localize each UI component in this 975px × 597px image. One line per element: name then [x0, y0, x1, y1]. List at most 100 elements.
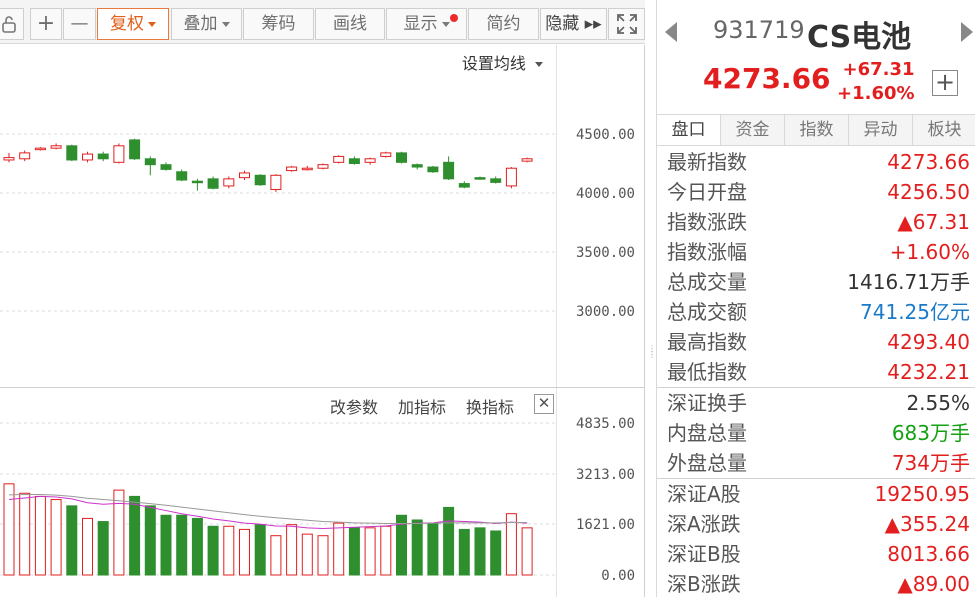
quote-row: 总成交额 741.25亿元 [657, 297, 975, 327]
tab-funds[interactable]: 资金 [720, 115, 784, 145]
price-change: +67.31 [842, 59, 915, 80]
candle-body [97, 153, 109, 160]
volume-bar [443, 506, 455, 576]
candle-body [254, 174, 266, 186]
volume-bar [176, 514, 188, 576]
volume-bar [223, 525, 235, 576]
volume-bar [254, 524, 266, 576]
resize-handle[interactable]: ⋮ ⋮ [648, 345, 656, 359]
candle-body [160, 164, 172, 170]
tab-sector[interactable]: 板块 [912, 115, 975, 145]
index-name: CS电池 [807, 20, 912, 55]
volume-bar [207, 525, 219, 576]
candle-body [113, 145, 125, 163]
quote-value: 19250.95 [874, 482, 970, 506]
candle-body [364, 158, 376, 163]
fuquan-label: 复权 [110, 14, 144, 34]
quote-panel: 931719 CS电池 4273.66 +67.31 +1.60% + 盘口 资… [656, 0, 975, 597]
kline-chart: 4500.00 4000.00 3500.00 3000.00 4835.00 3213.… [0, 127, 635, 584]
fuquan-dropdown[interactable]: 复权 [97, 8, 169, 40]
quote-value: 683万手 [891, 421, 970, 445]
candle-body [505, 167, 517, 187]
quote-label: 深证换手 [667, 391, 747, 415]
volume-bar [239, 528, 250, 576]
kline-chart-pane[interactable]: 4500.00 4000.00 3500.00 3000.00 4835.00 3213.… [0, 45, 645, 597]
quote-value: 734万手 [891, 451, 970, 475]
close-indicator-button[interactable]: ✕ [534, 394, 554, 414]
candle-body [474, 177, 486, 180]
candle-body [129, 139, 141, 160]
display-dropdown[interactable]: 显示 [386, 8, 467, 40]
volume-bar [82, 517, 93, 576]
volume-bar [521, 527, 533, 576]
volume-bar [411, 519, 423, 576]
volume-bar [19, 492, 31, 576]
price-tick-label: 3000.00 [576, 304, 635, 320]
change-params-button[interactable]: 改参数 [330, 394, 378, 418]
quote-label: 总成交量 [667, 270, 747, 294]
quote-label: 内盘总量 [667, 421, 747, 445]
quote-row: 深A涨跌 ▲355.24 [657, 509, 975, 539]
candle-body [66, 145, 78, 161]
quote-value: 8013.66 [887, 542, 970, 566]
chart-toolbar: + — 复权 叠加 筹码 画线 显示 简约 隐藏 ▸▸ [0, 0, 645, 44]
chevron-down-icon [148, 21, 156, 27]
candle-body [223, 178, 235, 187]
add-watchlist-icon[interactable]: + [932, 70, 958, 96]
price-change-block: +67.31 +1.60% [837, 58, 915, 106]
lock-icon[interactable] [0, 8, 24, 40]
tab-movement[interactable]: 异动 [848, 115, 912, 145]
quote-row: 总成交量 1416.71万手 [657, 267, 975, 297]
draw-line-button[interactable]: 画线 [315, 8, 385, 40]
volume-bar [34, 495, 46, 576]
notification-dot [450, 14, 458, 22]
tab-pankou[interactable]: 盘口 [657, 115, 720, 145]
hide-button[interactable]: 隐藏 ▸▸ [540, 8, 607, 40]
quote-row: 指数涨跌 ▲67.31 [657, 207, 975, 237]
candle-body [239, 172, 250, 179]
volume-tick-label: 4835.00 [576, 416, 635, 432]
quote-label: 最高指数 [667, 330, 747, 354]
quote-value: +1.60% [889, 240, 970, 264]
quote-label: 深A涨跌 [667, 512, 741, 536]
quote-label: 指数涨幅 [667, 240, 747, 264]
quote-label: 深证B股 [667, 542, 741, 566]
volume-bar [160, 514, 172, 576]
ma-setting-dropdown[interactable]: 设置均线 [462, 50, 543, 74]
next-arrow-icon[interactable] [961, 22, 973, 42]
simple-button[interactable]: 简约 [468, 8, 539, 40]
prev-arrow-icon[interactable] [665, 22, 677, 42]
quote-row: 深证换手 2.55% [657, 388, 975, 418]
candle-body [301, 167, 313, 171]
zoom-in-button[interactable]: + [30, 8, 62, 40]
zoom-out-button[interactable]: — [63, 8, 96, 40]
display-label: 显示 [403, 14, 438, 34]
candle-body [380, 152, 392, 157]
add-indicator-button[interactable]: 加指标 [398, 394, 446, 418]
volume-bar [50, 499, 62, 576]
volume-bar [97, 521, 109, 576]
quote-rows: 最新指数 4273.66 今日开盘 4256.50 指数涨跌 ▲67.31 指数涨幅 +1.6… [657, 147, 975, 597]
volume-bar [364, 527, 376, 576]
volume-bar [474, 527, 486, 576]
quote-value: ▲89.00 [897, 572, 970, 596]
chevron-down-icon [535, 62, 543, 67]
switch-indicator-button[interactable]: 换指标 [466, 394, 514, 418]
candle-body [333, 155, 345, 163]
quote-row: 外盘总量 734万手 [657, 448, 975, 478]
volume-bar [380, 525, 392, 576]
quote-row: 深B涨跌 ▲89.00 [657, 569, 975, 597]
volume-bar [333, 522, 345, 576]
quote-label: 最新指数 [667, 150, 747, 174]
fullscreen-icon[interactable] [608, 8, 645, 40]
overlay-dropdown[interactable]: 叠加 [171, 8, 242, 40]
candle-body [490, 178, 502, 183]
chip-button[interactable]: 筹码 [243, 8, 314, 40]
tab-index[interactable]: 指数 [784, 115, 848, 145]
ma-setting-label: 设置均线 [461, 54, 526, 73]
candle-body [286, 166, 298, 172]
volume-bar [270, 535, 282, 576]
quote-label: 最低指数 [667, 360, 747, 384]
quote-label: 今日开盘 [667, 180, 747, 204]
quote-row: 最新指数 4273.66 [657, 147, 975, 177]
